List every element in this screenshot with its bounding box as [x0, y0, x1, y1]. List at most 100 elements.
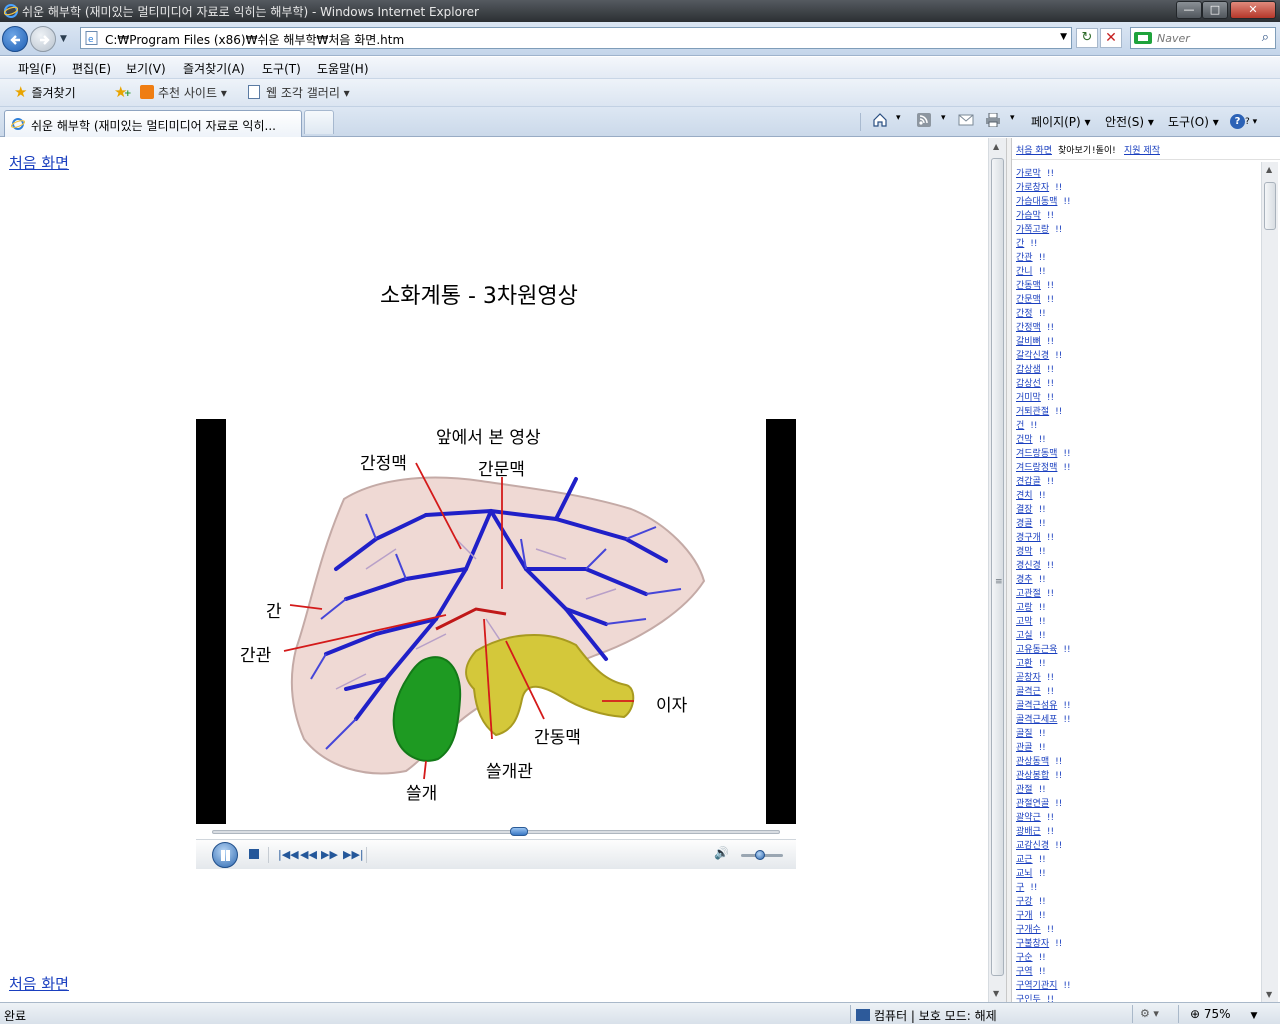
add-favorite-icon[interactable]: ★ [114, 83, 132, 101]
index-mark-link[interactable]: !! [1047, 673, 1054, 683]
index-mark-link[interactable]: !! [1039, 267, 1046, 277]
index-item[interactable]: 견갑골!! [1016, 474, 1054, 488]
index-mark-link[interactable]: !! [1039, 547, 1046, 557]
index-term-link[interactable]: 간니 [1016, 267, 1033, 277]
index-scroll-down-icon[interactable]: ▼ [1266, 990, 1272, 999]
index-term-link[interactable]: 가쪽고랑 [1016, 225, 1049, 235]
index-mark-link[interactable]: !! [1047, 379, 1054, 389]
index-term-link[interactable]: 거퇴관절 [1016, 407, 1049, 417]
favorites-button[interactable]: ★ 즐겨찾기 [14, 83, 76, 103]
index-item[interactable]: 구!! [1016, 880, 1038, 894]
index-mark-link[interactable]: !! [1047, 995, 1054, 1002]
index-mark-link[interactable]: !! [1055, 799, 1062, 809]
index-mark-link[interactable]: !! [1055, 757, 1062, 767]
zoom-dropdown-icon[interactable]: ▼ [1251, 1011, 1258, 1021]
seek-bar[interactable] [212, 830, 780, 834]
index-mark-link[interactable]: !! [1063, 463, 1070, 473]
index-term-link[interactable]: 고막 [1016, 617, 1033, 627]
index-mark-link[interactable]: !! [1047, 813, 1054, 823]
index-mark-link[interactable]: !! [1047, 169, 1054, 179]
volume-thumb[interactable] [754, 850, 765, 860]
index-term-link[interactable]: 갑상샘 [1016, 365, 1041, 375]
index-term-link[interactable]: 괄약근 [1016, 813, 1041, 823]
previous-button[interactable]: |◀◀ [278, 848, 299, 861]
index-term-link[interactable]: 건막 [1016, 435, 1033, 445]
index-mark-link[interactable]: !! [1055, 407, 1062, 417]
index-term-link[interactable]: 구개수 [1016, 925, 1041, 935]
home-link-top[interactable]: 처음 화면 [9, 152, 69, 173]
index-mark-link[interactable]: !! [1039, 505, 1046, 515]
index-item[interactable]: 구순!! [1016, 950, 1046, 964]
index-term-link[interactable]: 경신경 [1016, 561, 1041, 571]
zoom-level[interactable]: ⊕ 75% ▼ [1190, 1007, 1257, 1021]
page-menu[interactable]: 페이지(P) ▾ [1031, 113, 1091, 130]
index-mark-link[interactable]: !! [1063, 197, 1070, 207]
index-term-link[interactable]: 경구개 [1016, 533, 1041, 543]
media-player[interactable]: 앞에서 본 영상 간정맥 간문맥 간 간관 이자 간동맥 쓸개관 쓸개 |◀◀ … [196, 419, 796, 869]
index-term-link[interactable]: 고관절 [1016, 589, 1041, 599]
index-item[interactable]: 갈비뼈!! [1016, 334, 1054, 348]
index-item[interactable]: 경막!! [1016, 544, 1046, 558]
index-term-link[interactable]: 교감신경 [1016, 841, 1049, 851]
index-item[interactable]: 골격근!! [1016, 684, 1054, 698]
index-term-link[interactable]: 관상동맥 [1016, 757, 1049, 767]
index-mark-link[interactable]: !! [1039, 575, 1046, 585]
index-item[interactable]: 경신경!! [1016, 558, 1054, 572]
index-mark-link[interactable]: !! [1039, 435, 1046, 445]
index-term-link[interactable]: 교근 [1016, 855, 1033, 865]
index-item[interactable]: 구강!! [1016, 894, 1046, 908]
index-item[interactable]: 건막!! [1016, 432, 1046, 446]
index-term-link[interactable]: 경추 [1016, 575, 1033, 585]
index-term-link[interactable]: 견갑골 [1016, 477, 1041, 487]
index-item[interactable]: 고실!! [1016, 628, 1046, 642]
index-item[interactable]: 결장!! [1016, 502, 1046, 516]
recent-pages-dropdown[interactable]: ▼ [60, 34, 67, 44]
index-item[interactable]: 구개!! [1016, 908, 1046, 922]
index-mark-link[interactable]: !! [1039, 953, 1046, 963]
fast-forward-button[interactable]: ▶▶ [321, 848, 338, 861]
index-item[interactable]: 간니!! [1016, 264, 1046, 278]
index-mark-link[interactable]: !! [1055, 183, 1062, 193]
index-mark-link[interactable]: !! [1063, 645, 1070, 655]
index-term-link[interactable]: 가로창자 [1016, 183, 1049, 193]
index-mark-link[interactable]: !! [1055, 351, 1062, 361]
index-item[interactable]: 고막!! [1016, 614, 1046, 628]
index-term-link[interactable]: 결장 [1016, 505, 1033, 515]
index-item[interactable]: 간문맥!! [1016, 292, 1054, 306]
index-term-link[interactable]: 구역기관지 [1016, 981, 1057, 991]
address-field[interactable]: e C:₩Program Files (x86)₩쉬운 해부학₩처음 화면.ht… [80, 27, 1072, 49]
url-dropdown-icon[interactable]: ▼ [1060, 32, 1067, 42]
print-button[interactable] [985, 113, 1001, 128]
index-item[interactable]: 간동맥!! [1016, 278, 1054, 292]
next-button[interactable]: ▶▶| [343, 848, 364, 861]
menu-tools[interactable]: 도구(T) [262, 60, 301, 77]
index-mark-link[interactable]: !! [1030, 421, 1037, 431]
index-mark-link[interactable]: !! [1047, 211, 1054, 221]
index-item[interactable]: 교감신경!! [1016, 838, 1062, 852]
index-term-link[interactable]: 관절연골 [1016, 799, 1049, 809]
index-term-link[interactable]: 관상봉합 [1016, 771, 1049, 781]
index-item[interactable]: 갑상샘!! [1016, 362, 1054, 376]
minimize-button[interactable]: — [1176, 1, 1202, 19]
index-term-link[interactable]: 구순 [1016, 953, 1033, 963]
index-item[interactable]: 겨드랑정맥!! [1016, 460, 1071, 474]
feeds-button[interactable] [916, 113, 932, 128]
web-slice-gallery-button[interactable]: 웹 조각 갤러리 ▾ [248, 84, 350, 101]
index-mark-link[interactable]: !! [1039, 603, 1046, 613]
back-button[interactable] [2, 26, 28, 52]
index-mark-link[interactable]: !! [1047, 393, 1054, 403]
index-term-link[interactable]: 관골 [1016, 743, 1033, 753]
index-item[interactable]: 구불창자!! [1016, 936, 1062, 950]
index-term-link[interactable]: 구강 [1016, 897, 1033, 907]
index-item[interactable]: 경골!! [1016, 516, 1046, 530]
index-term-link[interactable]: 가로막 [1016, 169, 1041, 179]
index-term-link[interactable]: 갑상선 [1016, 379, 1041, 389]
index-mark-link[interactable]: !! [1047, 323, 1054, 333]
index-mark-link[interactable]: !! [1055, 225, 1062, 235]
home-button[interactable] [872, 113, 888, 128]
index-mark-link[interactable]: !! [1063, 701, 1070, 711]
index-mark-link[interactable]: !! [1055, 939, 1062, 949]
refresh-button[interactable]: ↻ [1076, 28, 1098, 48]
index-mark-link[interactable]: !! [1047, 827, 1054, 837]
index-item[interactable]: 갑상선!! [1016, 376, 1054, 390]
